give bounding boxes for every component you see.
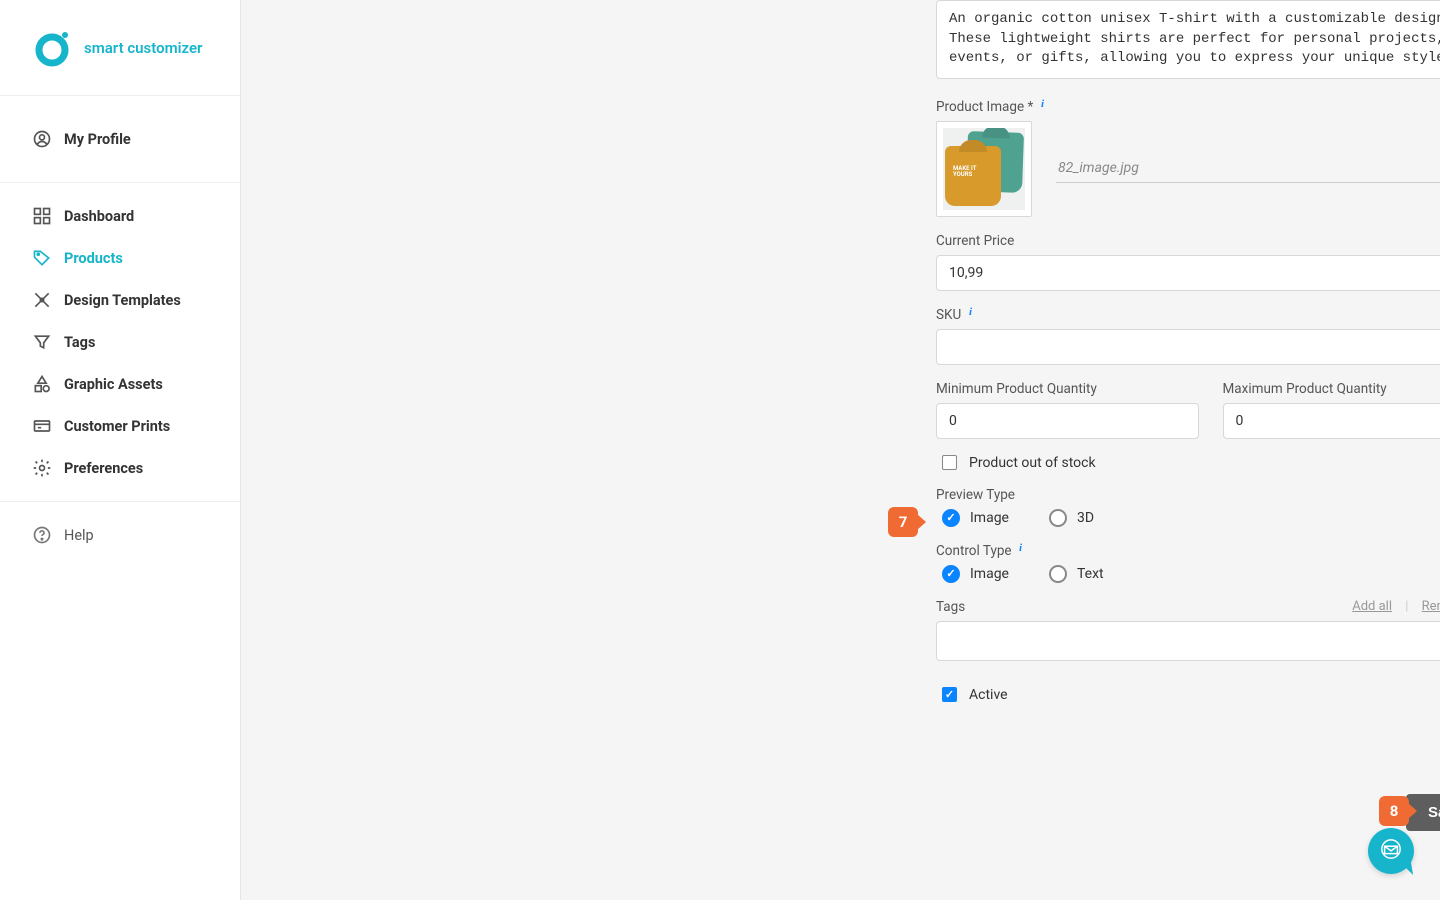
- shapes-icon: [32, 374, 52, 394]
- control-type-label: Control Type i: [936, 543, 1440, 559]
- active-label: Active: [969, 687, 1008, 703]
- user-circle-icon: [32, 129, 52, 149]
- nav-section: Dashboard Products Design Templates Tags…: [0, 183, 240, 501]
- sku-input[interactable]: [936, 329, 1440, 365]
- current-price-input[interactable]: [936, 255, 1440, 291]
- templates-icon: [32, 290, 52, 310]
- tags-actions: Add all | Remove all: [1352, 599, 1440, 614]
- radio-icon: [1049, 565, 1067, 583]
- tags-add-all-link[interactable]: Add all: [1352, 599, 1392, 614]
- sidebar-item-products[interactable]: Products: [0, 237, 240, 279]
- gear-icon: [32, 458, 52, 478]
- sidebar-item-design-templates[interactable]: Design Templates: [0, 279, 240, 321]
- prints-icon: [32, 416, 52, 436]
- sidebar-item-label: Tags: [64, 334, 95, 351]
- tags-input[interactable]: [936, 621, 1440, 661]
- info-icon[interactable]: i: [1017, 540, 1027, 550]
- mail-icon: [1380, 838, 1402, 864]
- radio-icon: [942, 565, 960, 583]
- svg-text:i: i: [1041, 98, 1045, 108]
- sidebar-item-label: Design Templates: [64, 292, 181, 309]
- radio-icon: [1049, 509, 1067, 527]
- support-chat-button[interactable]: [1368, 828, 1414, 874]
- description-textarea[interactable]: [936, 0, 1440, 79]
- product-form: Product Image * i MAKE IT YOURS Current …: [936, 0, 1440, 719]
- tags-remove-all-link[interactable]: Remove all: [1422, 599, 1440, 614]
- image-filename-input[interactable]: [1056, 154, 1440, 183]
- control-type-option-image[interactable]: Image: [942, 565, 1009, 583]
- max-qty-label: Maximum Product Quantity: [1223, 381, 1440, 397]
- tour-callout-7: 7: [888, 507, 918, 537]
- sidebar: smart customizer My Profile Dashboard Pr…: [0, 0, 241, 900]
- info-icon[interactable]: i: [1039, 96, 1049, 106]
- preview-type-label: Preview Type: [936, 487, 1440, 503]
- filter-icon: [32, 332, 52, 352]
- product-image-thumbnail[interactable]: MAKE IT YOURS: [936, 121, 1032, 217]
- sidebar-item-label: Graphic Assets: [64, 376, 163, 393]
- sidebar-item-dashboard[interactable]: Dashboard: [0, 195, 240, 237]
- dashboard-icon: [32, 206, 52, 226]
- sidebar-item-label: Preferences: [64, 460, 143, 477]
- control-type-option-text[interactable]: Text: [1049, 565, 1104, 583]
- profile-section: My Profile: [0, 96, 240, 183]
- min-qty-label: Minimum Product Quantity: [936, 381, 1199, 397]
- preview-type-option-3d[interactable]: 3D: [1049, 509, 1094, 527]
- sidebar-item-label: Help: [64, 527, 94, 544]
- active-checkbox[interactable]: [942, 687, 957, 702]
- max-qty-input[interactable]: [1223, 403, 1440, 439]
- help-section: Help: [0, 501, 240, 568]
- sidebar-item-label: Dashboard: [64, 208, 134, 225]
- tags-label: Tags: [936, 599, 965, 615]
- brand-logo-icon: [32, 28, 72, 68]
- svg-text:i: i: [1019, 542, 1023, 552]
- tag-icon: [32, 248, 52, 268]
- preview-type-option-image[interactable]: Image: [942, 509, 1009, 527]
- brand-row: smart customizer: [0, 0, 240, 96]
- out-of-stock-label: Product out of stock: [969, 455, 1096, 471]
- product-image-label: Product Image * i: [936, 99, 1440, 115]
- svg-text:i: i: [969, 306, 973, 316]
- sidebar-item-preferences[interactable]: Preferences: [0, 447, 240, 489]
- sidebar-item-help[interactable]: Help: [0, 514, 240, 556]
- sidebar-item-tags[interactable]: Tags: [0, 321, 240, 363]
- info-icon[interactable]: i: [967, 304, 977, 314]
- radio-icon: [942, 509, 960, 527]
- current-price-label: Current Price: [936, 233, 1440, 249]
- tour-callout-8: 8: [1379, 796, 1409, 826]
- help-icon: [32, 525, 52, 545]
- sku-label: SKU i: [936, 307, 1440, 323]
- sidebar-item-customer-prints[interactable]: Customer Prints: [0, 405, 240, 447]
- out-of-stock-checkbox[interactable]: [942, 455, 957, 470]
- sidebar-item-label: Products: [64, 250, 123, 267]
- sidebar-item-label: Customer Prints: [64, 418, 170, 435]
- sidebar-item-label: My Profile: [64, 131, 131, 148]
- brand-name: smart customizer: [84, 39, 202, 57]
- sidebar-item-graphic-assets[interactable]: Graphic Assets: [0, 363, 240, 405]
- min-qty-input[interactable]: [936, 403, 1199, 439]
- sidebar-item-my-profile[interactable]: My Profile: [0, 118, 240, 160]
- main-content: Product Image * i MAKE IT YOURS Current …: [241, 0, 1440, 900]
